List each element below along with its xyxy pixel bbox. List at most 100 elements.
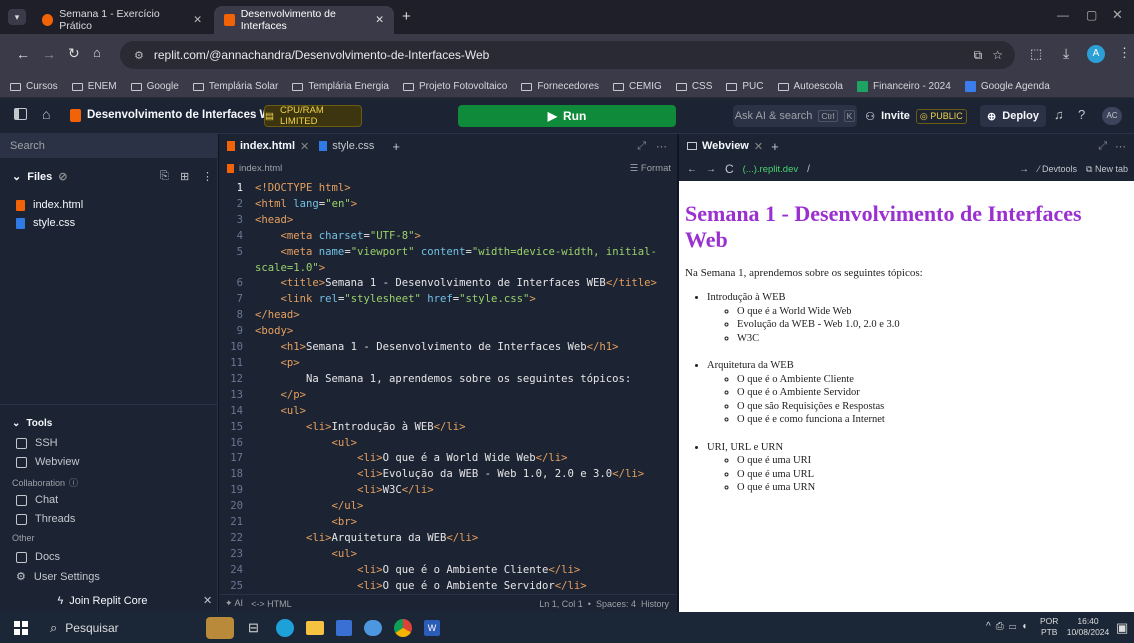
more-icon[interactable]: ⋯ <box>1115 140 1126 153</box>
cpu-ram-badge[interactable]: ▤ CPU/RAM LIMITED <box>264 105 362 127</box>
site-info-icon[interactable]: ⚙ <box>134 49 144 62</box>
code-line[interactable]: 2 <html lang="en"> <box>219 197 677 213</box>
code-line[interactable]: 8 </head> <box>219 308 677 324</box>
code-line[interactable]: 6 <title>Semana 1 - Desenvolvimento de I… <box>219 276 677 292</box>
files-menu-icon[interactable]: ⋮ <box>202 170 213 183</box>
url-path[interactable]: / <box>807 164 810 175</box>
tray-icons[interactable]: ^⎙▭◖ <box>986 621 1032 632</box>
expand-icon[interactable]: ⤢ <box>637 140 646 153</box>
other-user-settings[interactable]: ⚙ User Settings <box>16 570 100 584</box>
bookmark-google[interactable]: Google <box>130 81 179 92</box>
run-button[interactable]: ▶ Run <box>458 105 676 127</box>
chrome-icon[interactable] <box>394 619 412 637</box>
bookmark-css[interactable]: CSS <box>675 81 712 92</box>
project-title[interactable]: Desenvolvimento de Interfaces Web <box>87 109 284 121</box>
file-item-style-css[interactable]: style.css <box>16 217 75 229</box>
maximize-icon[interactable]: ▢ <box>1086 8 1097 22</box>
code-area[interactable]: 1 <!DOCTYPE html> 2 <html lang="en"> 3 <head>… <box>219 181 677 594</box>
code-line[interactable]: 17 <li>O que é a World Wide Web</li> <box>219 451 677 467</box>
new-tab-button[interactable]: + <box>402 8 411 25</box>
deploy-button[interactable]: ⊕ Deploy <box>980 105 1046 127</box>
code-line[interactable]: 18 <li>Evolução da WEB - Web 1.0, 2.0 e … <box>219 467 677 483</box>
download-icon[interactable]: ⤓ <box>1063 45 1069 62</box>
code-line[interactable]: 12 Na Semana 1, aprendemos sobre os segu… <box>219 372 677 388</box>
new-tab-button[interactable]: ⧉ New tab <box>1086 164 1128 175</box>
tool-webview[interactable]: Webview <box>16 456 79 468</box>
code-line[interactable]: 16 <ul> <box>219 436 677 452</box>
more-icon[interactable]: ⋯ <box>656 140 667 153</box>
new-folder-icon[interactable]: ⊞ <box>180 170 189 183</box>
home-icon[interactable]: ⌂ <box>93 45 101 60</box>
code-line[interactable]: 3 <head> <box>219 213 677 229</box>
tools-header[interactable]: ⌄ Tools <box>12 418 52 429</box>
bookmark-templaria-energia[interactable]: Templária Energia <box>292 81 389 92</box>
files-header[interactable]: ⌄ Files ⊘ <box>12 170 68 184</box>
browser-tab-exercicio[interactable]: Semana 1 - Exercício Prático ✕ <box>32 6 212 34</box>
code-line[interactable]: scale=1.0"> <box>219 261 677 277</box>
clock[interactable]: 16:40 10/08/2024 <box>1064 616 1112 638</box>
close-icon[interactable]: ✕ <box>754 140 763 153</box>
minimize-icon[interactable]: — <box>1057 8 1069 22</box>
format-button[interactable]: ☰ Format <box>630 163 671 174</box>
task-view-icon[interactable]: ⊟ <box>248 620 259 636</box>
sidebar-toggle-icon[interactable] <box>14 108 27 120</box>
edge-icon[interactable] <box>276 619 294 637</box>
code-line[interactable]: 9 <body> <box>219 324 677 340</box>
bookmark-cemig[interactable]: CEMIG <box>613 81 662 92</box>
code-line[interactable]: 24 <li>O que é o Ambiente Cliente</li> <box>219 563 677 579</box>
bookmark-fornecedores[interactable]: Fornecedores <box>521 81 599 92</box>
code-line[interactable]: 21 <br> <box>219 515 677 531</box>
bookmark-google-agenda[interactable]: Google Agenda <box>964 81 1050 92</box>
home-icon[interactable]: ⌂ <box>42 106 50 122</box>
bookmark-templaria-solar[interactable]: Templária Solar <box>192 81 278 92</box>
reload-icon[interactable]: C <box>725 162 734 176</box>
code-line[interactable]: 19 <li>W3C</li> <box>219 483 677 499</box>
taskbar-search[interactable]: ⌕ Pesquisar <box>44 616 194 639</box>
close-icon[interactable]: ✕ <box>193 14 202 26</box>
lang-status[interactable]: <-> HTML <box>251 599 292 609</box>
code-line[interactable]: 10 <h1>Semana 1 - Desenvolvimento de Int… <box>219 340 677 356</box>
forward-icon[interactable]: → <box>706 164 716 175</box>
code-line[interactable]: 5 <meta name="viewport" content="width=d… <box>219 245 677 261</box>
editor-tab-index-html[interactable]: index.html ✕ <box>227 140 309 153</box>
bookmark-autoescola[interactable]: Autoescola <box>777 81 843 92</box>
bookmark-puc[interactable]: PUC <box>726 81 764 92</box>
code-line[interactable]: 22 <li>Arquitetura da WEB</li> <box>219 531 677 547</box>
code-line[interactable]: 23 <ul> <box>219 547 677 563</box>
collab-threads[interactable]: Threads <box>16 513 75 525</box>
tool-ssh[interactable]: SSH <box>16 437 58 449</box>
code-line[interactable]: 15 <li>Introdução à WEB</li> <box>219 420 677 436</box>
cursor-status[interactable]: Ln 1, Col 1 • Spaces: 4 History <box>539 599 669 609</box>
ask-ai-search[interactable]: Ask AI & search Ctrl K <box>733 105 857 127</box>
go-icon[interactable]: → <box>1019 164 1029 175</box>
browser-tab-desenvolvimento[interactable]: Desenvolvimento de Interfaces ✕ <box>214 6 394 34</box>
add-tab-icon[interactable]: + <box>771 139 779 154</box>
invite-button[interactable]: ⚇ Invite ◎ PUBLIC <box>862 105 970 127</box>
editor-tab-style-css[interactable]: style.css <box>319 140 374 152</box>
notifications-icon[interactable]: ▣ <box>1116 620 1128 636</box>
user-avatar[interactable]: AC <box>1102 107 1122 125</box>
code-line[interactable]: 14 <ul> <box>219 404 677 420</box>
add-tab-icon[interactable]: + <box>392 139 400 154</box>
windows-start-icon[interactable] <box>14 621 28 635</box>
back-icon[interactable]: ← <box>16 46 30 62</box>
reload-icon[interactable]: ↻ <box>68 45 80 62</box>
search-input[interactable]: Search <box>0 134 217 158</box>
extensions-icon[interactable]: ⬚ <box>1030 46 1042 62</box>
code-line[interactable]: 13 </p> <box>219 388 677 404</box>
forward-icon[interactable]: → <box>42 46 56 62</box>
bookmark-star-icon[interactable]: ☆ <box>992 48 1003 62</box>
file-explorer-icon[interactable] <box>306 621 324 635</box>
code-line[interactable]: 4 <meta charset="UTF-8"> <box>219 229 677 245</box>
webview-tab[interactable]: Webview ✕ <box>687 140 763 153</box>
cloud-app-icon[interactable] <box>364 620 382 636</box>
file-item-index-html[interactable]: index.html <box>16 199 83 211</box>
close-icon[interactable]: ✕ <box>300 140 309 153</box>
store-icon[interactable] <box>336 620 352 636</box>
url-field[interactable]: ⚙ replit.com/@annachandra/Desenvolviment… <box>120 41 1015 69</box>
install-icon[interactable]: ⧉ <box>974 48 983 63</box>
bookmark-cursos[interactable]: Cursos <box>10 81 58 92</box>
widgets-icon[interactable] <box>206 617 234 639</box>
code-line[interactable]: 11 <p> <box>219 356 677 372</box>
code-line[interactable]: 1 <!DOCTYPE html> <box>219 181 677 197</box>
